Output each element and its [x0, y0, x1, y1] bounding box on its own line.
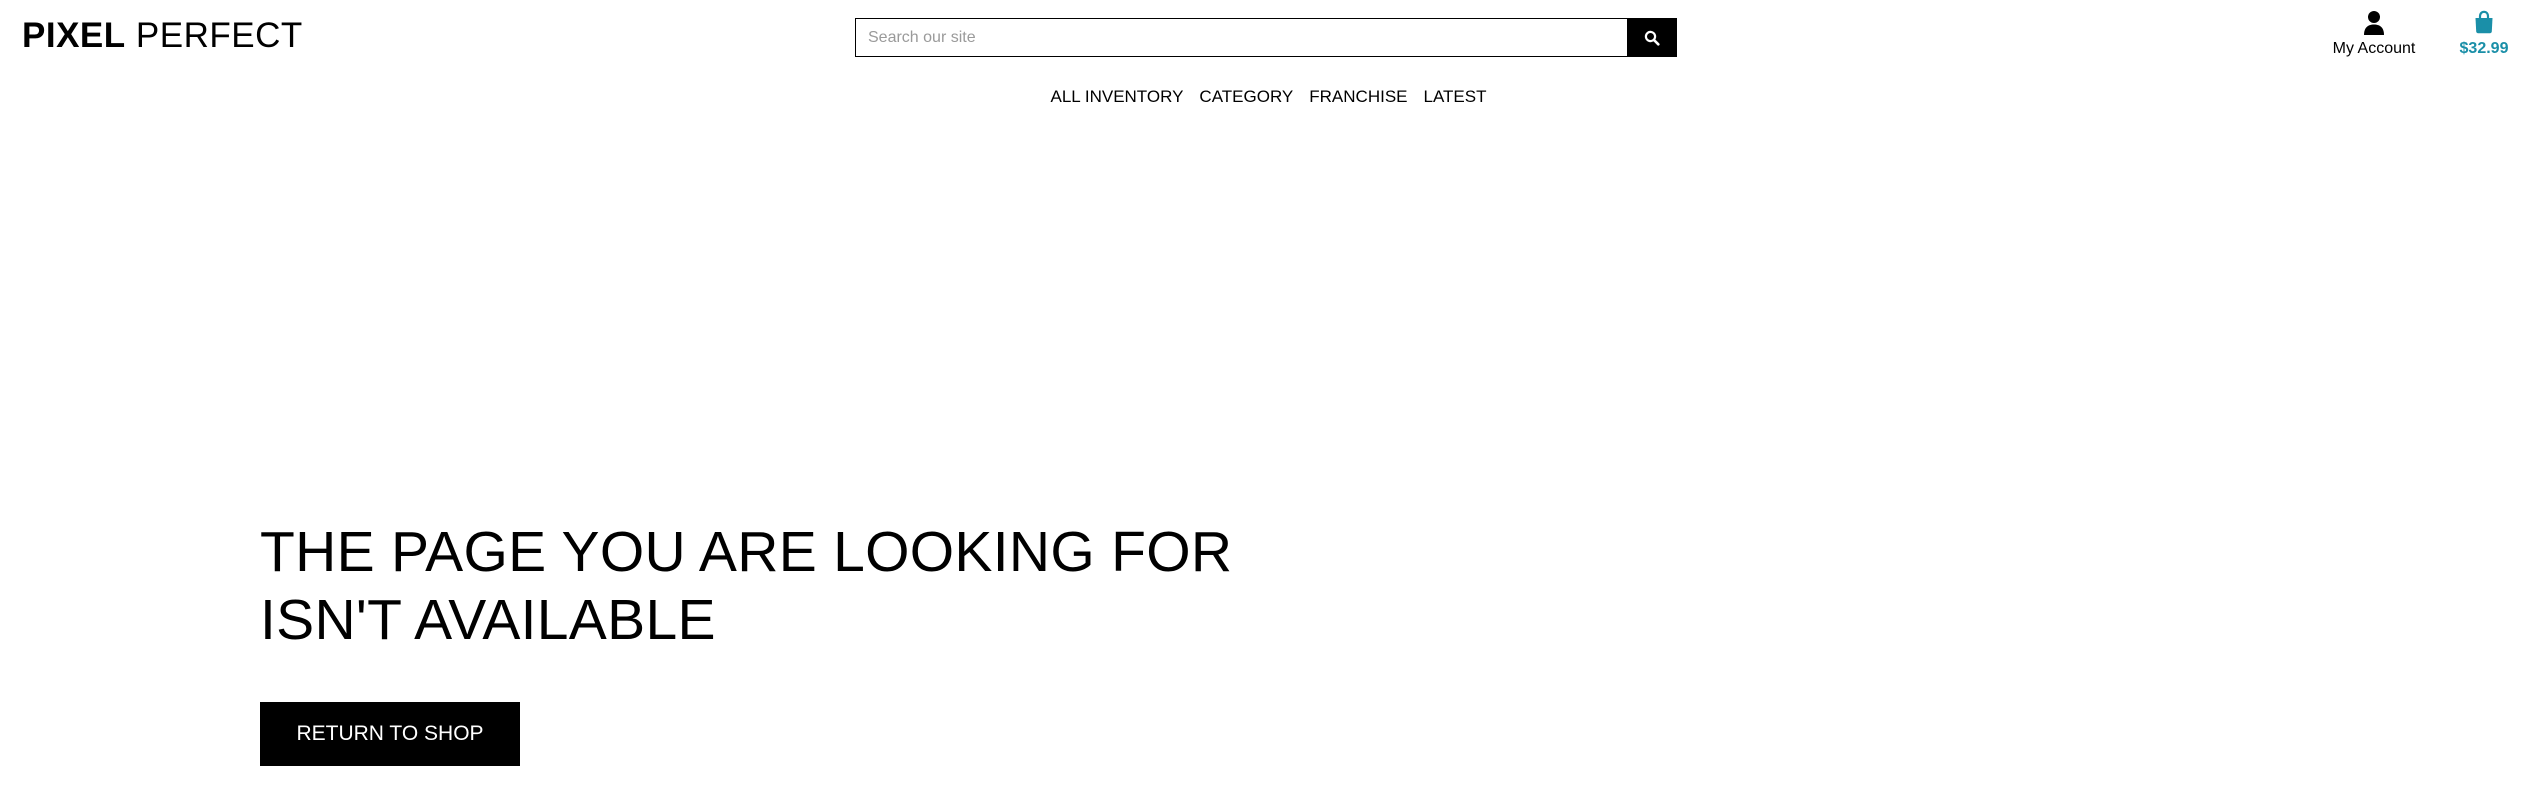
cart-total: $32.99: [2459, 40, 2509, 57]
logo-text-bold: PIXEL: [22, 16, 126, 55]
return-to-shop-button[interactable]: RETURN TO SHOP: [260, 702, 520, 766]
site-logo[interactable]: PIXEL PERFECT: [22, 14, 303, 58]
search-input[interactable]: [855, 18, 1627, 57]
nav-item-franchise[interactable]: FRANCHISE: [1309, 86, 1407, 108]
error-headline: THE PAGE YOU ARE LOOKING FOR ISN'T AVAIL…: [260, 520, 1233, 652]
account-label: My Account: [2332, 40, 2416, 57]
nav-item-category[interactable]: CATEGORY: [1199, 86, 1293, 108]
search-button[interactable]: [1627, 18, 1677, 57]
nav-item-all-inventory[interactable]: ALL INVENTORY: [1051, 86, 1184, 108]
nav-item-latest[interactable]: LATEST: [1424, 86, 1487, 108]
user-icon: [2318, 10, 2430, 36]
search-bar: [855, 18, 1677, 57]
shopping-bag-icon: [2448, 10, 2520, 36]
main-nav: ALL INVENTORY CATEGORY FRANCHISE LATEST: [0, 86, 2527, 108]
search-icon: [1644, 30, 1660, 46]
logo-text-light: PERFECT: [135, 16, 303, 55]
account-link[interactable]: My Account: [2318, 10, 2430, 59]
cart-link[interactable]: $32.99: [2448, 10, 2520, 59]
